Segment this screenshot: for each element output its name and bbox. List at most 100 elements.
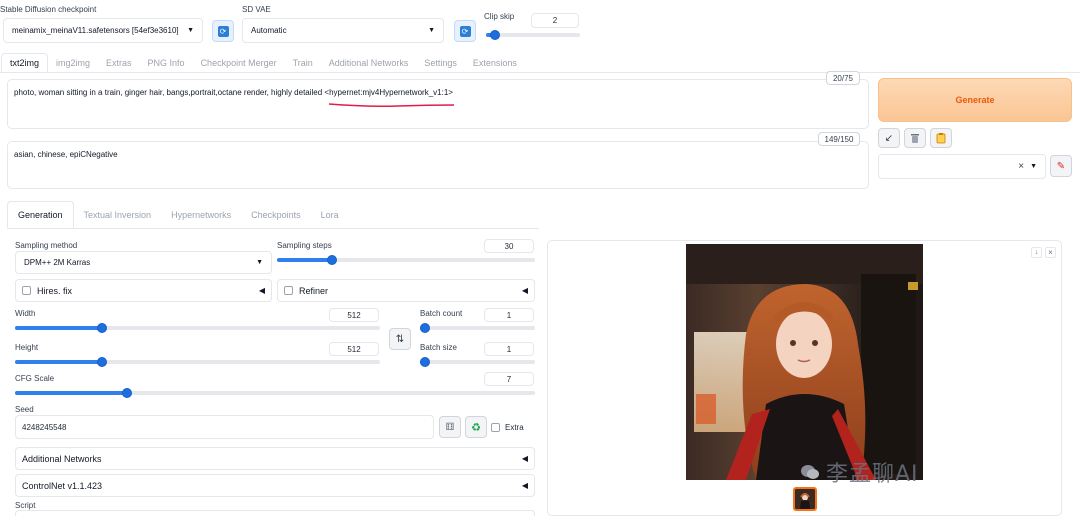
watermark-text: 李孟聊AI [826,462,919,487]
chevron-down-icon: ▼ [256,259,263,266]
main-tab-6[interactable]: Additional Networks [321,53,417,73]
close-icon[interactable]: × [1018,161,1024,172]
edit-styles-button[interactable]: ✎ [1050,155,1072,177]
sampling-steps-slider[interactable] [277,255,535,265]
batch-size-label: Batch size [420,343,457,352]
checkpoint-value: meinamix_meinaV11.safetensors [54ef3e361… [12,26,179,35]
cfg-scale-slider[interactable] [15,388,535,398]
controlnet-label: ControlNet v1.1.423 [22,480,103,491]
hires-fix-label: Hires. fix [37,285,73,296]
chevron-down-icon: ▼ [187,27,194,34]
sub-tab-1[interactable]: Textual Inversion [74,201,162,228]
checkpoint-label: Stable Diffusion checkpoint [0,5,97,14]
swap-icon: ⇅ [395,333,405,345]
main-tab-7[interactable]: Settings [416,53,465,73]
sampling-steps-input[interactable]: 30 [484,239,534,253]
collapse-triangle-icon: ◀ [521,454,528,463]
clip-skip-input[interactable]: 2 [531,13,579,28]
batch-size-input[interactable]: 1 [484,342,534,356]
additional-networks-accordion[interactable]: Additional Networks ◀ [15,447,535,470]
subtabs-divider [7,228,539,229]
sub-tab-2[interactable]: Hypernetworks [161,201,241,228]
swap-dimensions-button[interactable]: ⇅ [389,328,411,350]
extra-seed-toggle[interactable]: Extra [491,423,524,432]
batch-count-slider[interactable] [420,323,535,333]
refresh-icon: ⟳ [459,25,471,37]
prompt-text: photo, woman sitting in a train, ginger … [14,88,325,97]
sampling-steps-label: Sampling steps [277,241,332,250]
refiner-checkbox[interactable] [284,286,293,295]
prompt-hypernet-text: <hypernet:mjv4Hypernetwork_v1:1> [324,88,453,97]
prompt-token-counter: 20/75 [826,71,860,85]
red-underline [328,100,456,108]
script-label: Script [15,501,36,510]
height-label: Height [15,343,39,352]
controlnet-accordion[interactable]: ControlNet v1.1.423 ◀ [15,474,535,497]
refiner-accordion[interactable]: Refiner ◀ [277,279,535,302]
main-tab-8[interactable]: Extensions [465,53,525,73]
arrow-down-left-icon: ↙ [884,132,894,144]
seed-input[interactable]: 4248245548 [15,415,434,439]
main-tab-3[interactable]: PNG Info [140,53,193,73]
tabs-divider [0,72,1080,73]
sub-tab-3[interactable]: Checkpoints [241,201,311,228]
extra-label: Extra [505,423,524,432]
clear-prompt-button[interactable] [904,128,926,148]
script-select[interactable] [15,510,535,516]
batch-size-slider[interactable] [420,357,535,367]
seed-label: Seed [15,405,34,414]
vae-label: SD VAE [242,5,271,14]
hires-fix-accordion[interactable]: Hires. fix ◀ [15,279,272,302]
styles-select[interactable]: × ▼ [878,154,1046,179]
reuse-seed-button[interactable]: ♻ [465,416,487,438]
main-tab-5[interactable]: Train [285,53,321,73]
main-tab-4[interactable]: Checkpoint Merger [193,53,285,73]
negative-prompt-text: asian, chinese, epiCNegative [14,150,118,159]
gallery-thumbnail[interactable] [793,487,817,511]
clip-skip-label: Clip skip [484,12,515,21]
watermark: 李孟聊AI [800,456,919,488]
sub-tab-4[interactable]: Lora [311,201,349,228]
generate-button[interactable]: Generate [878,78,1072,122]
chevron-down-icon: ▼ [428,27,435,34]
sampling-method-select[interactable]: DPM++ 2M Karras ▼ [15,251,272,274]
sampling-method-value: DPM++ 2M Karras [24,258,91,267]
vae-value: Automatic [251,26,287,35]
close-icon[interactable]: × [1045,247,1056,258]
width-input[interactable]: 512 [329,308,379,322]
clip-skip-slider[interactable] [486,30,580,40]
read-params-button[interactable]: ↙ [878,128,900,148]
cfg-scale-input[interactable]: 7 [484,372,534,386]
wechat-icon [801,465,819,479]
main-tabs: txt2img img2img Extras PNG Info Checkpoint M… [1,53,525,73]
collapse-triangle-icon: ◀ [258,286,265,295]
dice-icon: ⚅ [445,421,455,433]
generated-image[interactable] [686,244,923,480]
refresh-vae-button[interactable]: ⟳ [454,20,476,42]
sub-tab-0[interactable]: Generation [7,201,74,228]
pencil-icon: ✎ [1056,160,1066,172]
width-slider[interactable] [15,323,380,333]
paste-style-button[interactable] [930,128,952,148]
cfg-scale-label: CFG Scale [15,374,55,383]
batch-count-label: Batch count [420,309,463,318]
extra-checkbox[interactable] [491,423,500,432]
vae-select[interactable]: Automatic ▼ [242,18,444,43]
height-input[interactable]: 512 [329,342,379,356]
download-icon[interactable]: ↓ [1031,247,1042,258]
chevron-down-icon: ▼ [1030,163,1037,170]
random-seed-button[interactable]: ⚅ [439,416,461,438]
width-label: Width [15,309,36,318]
checkpoint-select[interactable]: meinamix_meinaV11.safetensors [54ef3e361… [3,18,203,43]
collapse-triangle-icon: ◀ [521,286,528,295]
main-tab-2[interactable]: Extras [98,53,140,73]
height-slider[interactable] [15,357,380,367]
main-tab-0[interactable]: txt2img [1,53,49,73]
refresh-checkpoint-button[interactable]: ⟳ [212,20,234,42]
hires-fix-checkbox[interactable] [22,286,31,295]
additional-networks-label: Additional Networks [22,453,102,464]
batch-count-input[interactable]: 1 [484,308,534,322]
main-tab-1[interactable]: img2img [48,53,98,73]
clipboard-icon [936,133,946,144]
negative-prompt-textarea[interactable]: asian, chinese, epiCNegative [7,141,869,189]
